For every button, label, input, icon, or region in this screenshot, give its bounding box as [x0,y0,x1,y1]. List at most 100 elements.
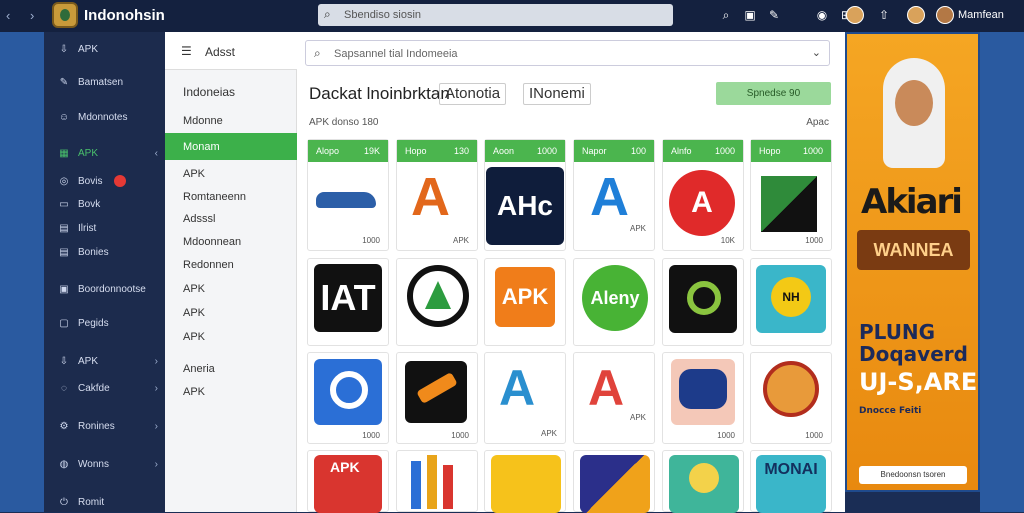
chevron-down-icon[interactable]: ⌄ [812,46,821,59]
sidebar-item-label: Mdonnotes [78,112,128,123]
sidebar-item-label: Bonies [78,247,109,258]
app-card[interactable]: 1000 [307,352,389,444]
app-card[interactable]: APK [307,450,389,513]
category-item[interactable]: Adsssl [183,213,215,225]
sidebar-item[interactable]: ✎ Bamatsen [58,77,158,88]
sidebar-item[interactable]: ⚙ Ronines › [58,421,158,432]
mascot-icon [763,361,819,417]
sidebar-item[interactable]: ⇩ APK [58,44,158,55]
sidebar-item[interactable]: ▤ Ilrist [58,223,158,234]
category-item[interactable]: Mdonne [183,115,223,127]
category-title: Adsst [205,45,236,59]
section-label-right[interactable]: Apac [806,117,829,128]
clock-icon[interactable]: ◉ [810,8,834,24]
category-item[interactable]: Indoneias [183,85,235,99]
sidebar-item[interactable]: ☺ Mdonnotes [58,112,158,123]
edge-background-right [980,32,1024,512]
app-card[interactable]: Aoon 1000 AHc [484,139,566,251]
app-card[interactable]: NH [750,258,832,346]
app-card[interactable] [573,450,655,513]
target-ring [687,281,721,315]
bookmark-icon[interactable]: ▣ [738,8,762,24]
app-card[interactable] [662,258,744,346]
avatar-icon[interactable] [907,6,925,24]
circle-icon: ◍ [59,459,69,470]
sidebar-item[interactable]: ▣ Boordonnootse [58,284,158,295]
app-card[interactable]: APK [484,258,566,346]
sidebar-item-active[interactable]: ▦ APK ‹ [58,148,158,159]
app-card[interactable]: 1000 [662,352,744,444]
sidebar-item[interactable]: ◎ Bovis [58,175,158,187]
sidebar-item[interactable]: ▭ Bovk [58,199,158,210]
app-card[interactable]: Napor 100 A APK [573,139,655,251]
card-label: 10K [720,236,735,245]
category-item[interactable]: APK [183,307,205,319]
card-header-label: Hopo [405,146,427,156]
edge-background [0,32,44,512]
edit-icon[interactable]: ✎ [762,8,786,24]
advertisement-banner[interactable]: Akiari WANNEA PLUNG Doqaverd UJ-S,ARE Dn… [845,32,980,492]
green-action-button[interactable]: Spnedse 90 [716,82,831,105]
top-search-input[interactable]: ⌕ Sbendiso siosin [318,4,673,26]
app-card[interactable]: Hopo 130 A APK [396,139,478,251]
calendar-icon: ▣ [59,284,69,295]
card-header-label: Napor [582,146,607,156]
card-header: Napor 100 [574,140,654,162]
app-card[interactable] [396,450,478,512]
car-icon [316,192,376,208]
circle-icon: ◌ [61,383,67,394]
card-label: 1000 [717,431,735,440]
app-card[interactable]: Hopo 1000 1000 [750,139,832,251]
sidebar-item[interactable]: ◍ Wonns › [58,459,158,470]
avatar-icon[interactable] [846,6,864,24]
app-card[interactable]: Alopo 19K 1000 [307,139,389,251]
ad-footer-button[interactable]: Bnedoonsn tsoren [859,466,967,484]
app-card[interactable]: MONAI [750,450,832,513]
sidebar-item[interactable]: ▤ Bonies [58,247,158,258]
sidebar-item[interactable]: ⇩ APK › [58,356,158,367]
search-icon[interactable]: ⌕ [714,8,738,24]
category-item[interactable]: APK [183,331,205,343]
category-item[interactable]: Aneria [183,363,215,375]
app-card[interactable] [484,450,566,513]
app-card[interactable] [662,450,744,513]
filter-chip[interactable]: INonemi [523,83,591,105]
app-card[interactable] [396,258,478,346]
doc-icon: ▢ [59,318,69,329]
user-name[interactable]: Mamfean [958,9,1004,21]
menu-icon[interactable]: ☰ [181,44,192,58]
sidebar-item-label: APK [78,44,99,55]
category-item-selected[interactable]: Monam [165,133,297,160]
category-item[interactable]: Romtaneenn [183,191,246,203]
search-icon: ⌕ [314,46,321,60]
settings-icon: ⚙ [59,421,69,432]
filter-chip[interactable]: Atonotia [439,83,507,105]
chevron-right-icon: › [154,459,158,470]
app-card[interactable]: IAT [307,258,389,346]
sidebar-item[interactable]: ◌ Cakfde › [58,383,158,394]
app-card[interactable]: Aleny [573,258,655,346]
category-item[interactable]: APK [183,168,205,180]
bar-chart-icon [427,455,437,509]
app-logo[interactable] [52,2,78,28]
main-search-input[interactable]: ⌕ Sapsannel tial Indomeeia ⌄ [305,40,830,66]
user-avatar[interactable] [936,6,954,24]
app-card[interactable]: 1000 [750,352,832,444]
category-item[interactable]: APK [183,386,205,398]
nav-arrows[interactable]: ‹ › [6,8,42,23]
ad-ribbon: WANNEA [857,230,970,270]
edit-icon: ✎ [59,77,69,88]
app-card[interactable]: Alnfo 1000 A 10K [662,139,744,251]
category-item[interactable]: Mdoonnean [183,236,241,248]
app-card[interactable]: A APK [573,352,655,444]
app-card[interactable]: A APK [484,352,566,444]
sidebar-item[interactable]: ⏻ Romit [58,497,158,508]
category-item[interactable]: Redonnen [183,259,234,271]
sidebar-item[interactable]: ▢ Pegids [58,318,158,329]
ad-text-line: Doqaverd [859,342,968,366]
bar-chart-icon [411,461,421,509]
category-item[interactable]: APK [183,283,205,295]
card-header: Hopo 130 [397,140,477,162]
upload-icon[interactable]: ⇧ [872,8,896,24]
app-card[interactable]: 1000 [396,352,478,444]
